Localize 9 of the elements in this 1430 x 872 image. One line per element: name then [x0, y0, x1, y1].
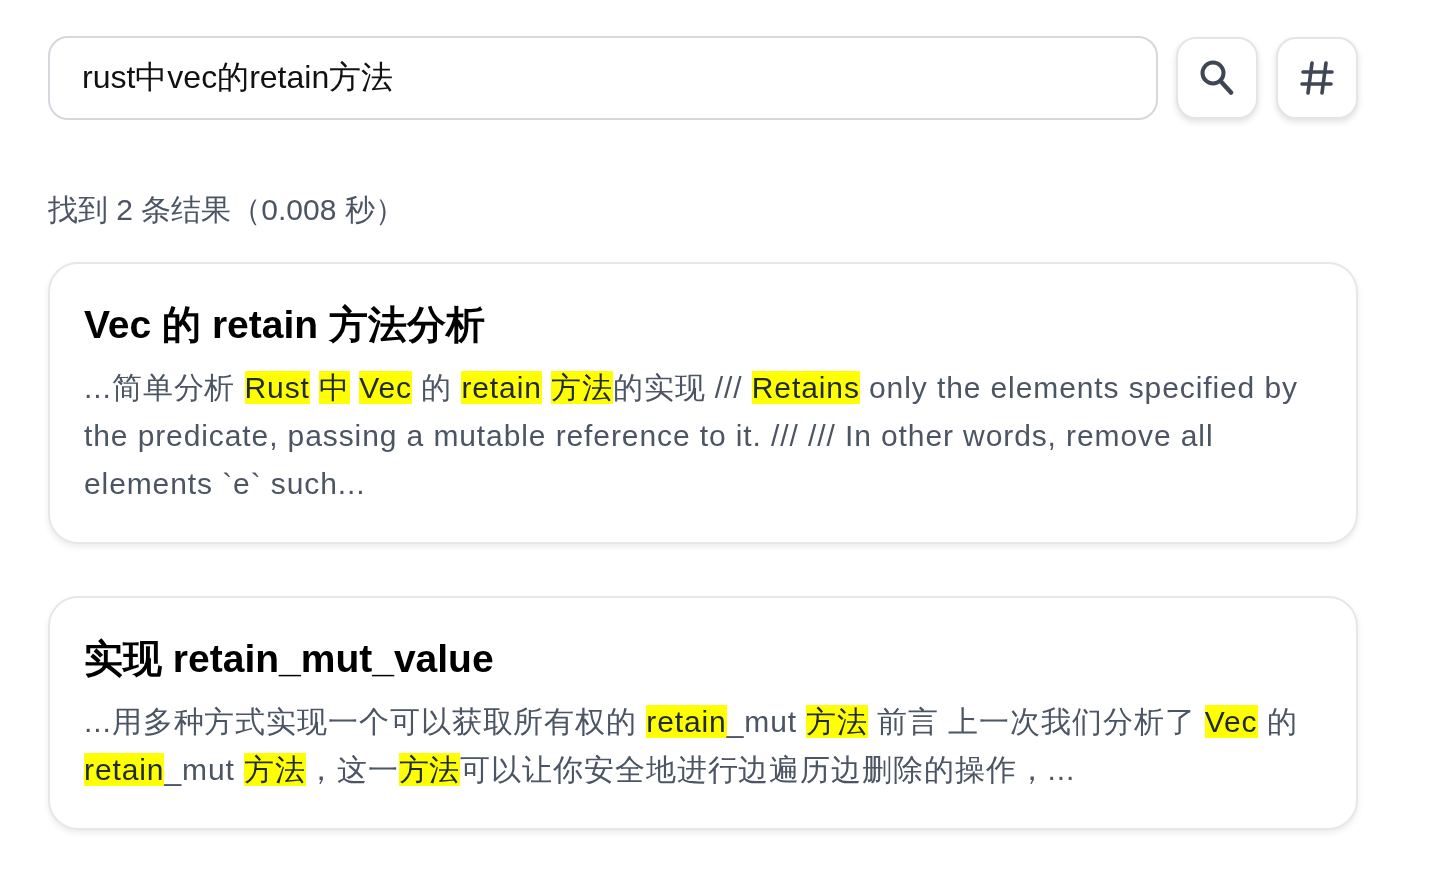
search-button[interactable] — [1176, 37, 1258, 119]
result-snippet: ...简单分析 Rust 中 Vec 的 retain 方法的实现 /// Retains only the elements specified by the predicate, passing a mutable reference to it. /// /// In other words, remove all elements `e` such... — [84, 370, 1299, 502]
tag-search-button[interactable] — [1276, 37, 1358, 119]
result-count: 找到 2 条结果（0.008 秒） — [48, 192, 406, 228]
hash-icon — [1300, 61, 1334, 95]
result-title[interactable]: Vec 的 retain 方法分析 — [84, 300, 1324, 350]
result-title[interactable]: 实现 retain_mut_value — [84, 634, 1324, 684]
search-field[interactable]: rust中vec的retain方法 — [48, 36, 1158, 120]
search-icon — [1200, 60, 1234, 96]
